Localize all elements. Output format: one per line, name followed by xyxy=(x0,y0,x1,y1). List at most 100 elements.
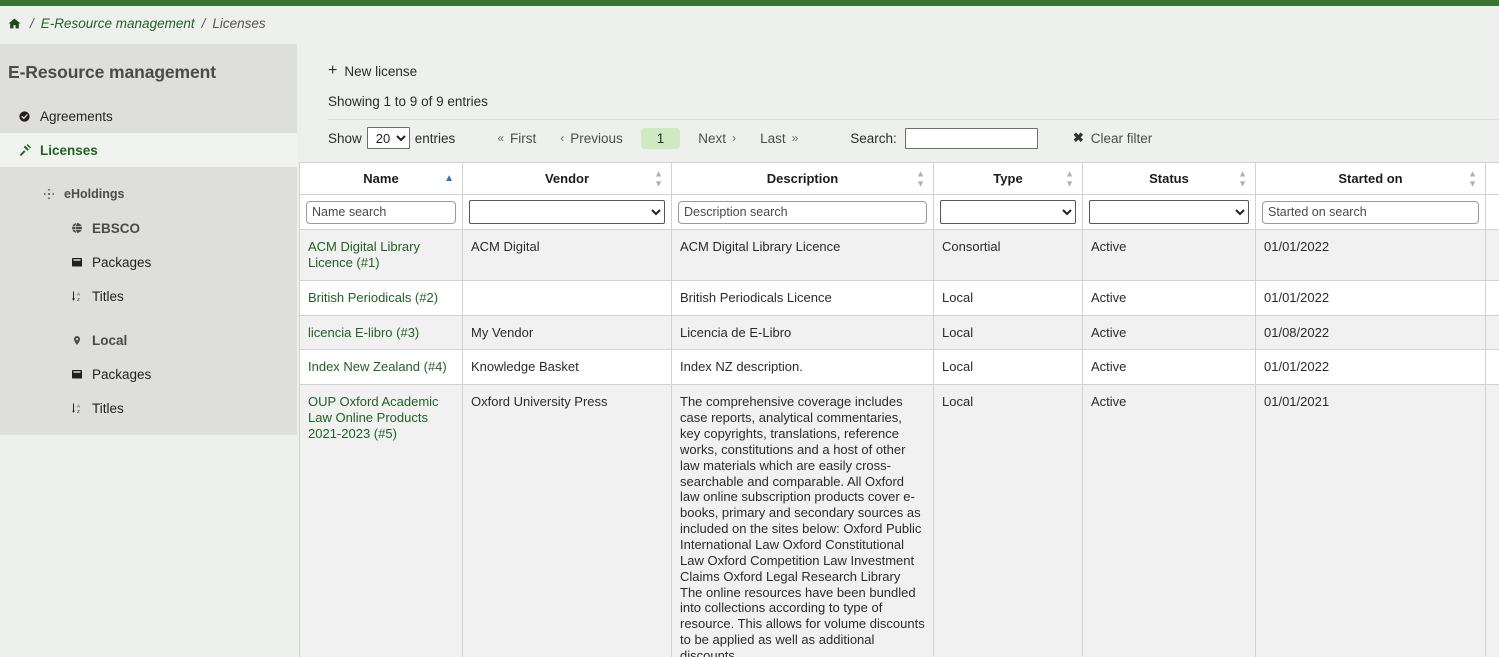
cell-extra xyxy=(1486,280,1499,315)
filter-select-type[interactable] xyxy=(940,200,1076,224)
entries-label: entries xyxy=(415,131,456,146)
cell-description: British Periodicals Licence xyxy=(672,280,934,315)
sort-alpha-icon: A Z xyxy=(68,290,85,303)
column-header-vendor[interactable]: Vendor ▲▼ xyxy=(463,163,672,195)
breadcrumb: / E-Resource management / Licenses xyxy=(0,6,1499,40)
showing-entries-text: Showing 1 to 9 of 9 entries xyxy=(297,94,1499,109)
column-header-started-on[interactable]: Started on ▲▼ xyxy=(1256,163,1486,195)
table-row[interactable]: ACM Digital Library Licence (#1) ACM Dig… xyxy=(300,230,1499,281)
box-icon xyxy=(68,256,85,268)
svg-text:Z: Z xyxy=(77,409,80,414)
cell-extra xyxy=(1486,230,1499,281)
sidebar-item-eholdings[interactable]: eHoldings xyxy=(0,177,297,211)
column-header-description[interactable]: Description ▲▼ xyxy=(672,163,934,195)
pagination-next[interactable]: Next › xyxy=(686,128,748,149)
sidebar-item-ebsco-packages[interactable]: Packages xyxy=(0,245,297,279)
pagination-last[interactable]: Last » xyxy=(748,128,810,149)
breadcrumb-link-eresource[interactable]: E-Resource management xyxy=(41,16,195,31)
double-right-chevron-icon: » xyxy=(792,131,799,145)
app-root: / E-Resource management / Licenses E-Res… xyxy=(0,0,1499,657)
search-input[interactable] xyxy=(905,128,1038,149)
pagination-first-label: First xyxy=(510,131,536,146)
sort-both-icon: ▲▼ xyxy=(916,169,925,188)
cell-name: Index New Zealand (#4) xyxy=(300,350,463,385)
sidebar-item-ebsco[interactable]: EBSCO xyxy=(0,211,297,245)
sidebar-item-label: eHoldings xyxy=(64,187,124,201)
table-controls: Show 20 entries « First ‹ Previous 1 Nex… xyxy=(297,120,1499,156)
sidebar-item-label: Titles xyxy=(92,289,124,304)
sort-alpha-icon: A Z xyxy=(68,402,85,415)
cell-name: British Periodicals (#2) xyxy=(300,280,463,315)
sidebar-spacer-1 xyxy=(0,167,297,177)
pagination-previous-label: Previous xyxy=(570,131,623,146)
double-left-chevron-icon: « xyxy=(497,131,504,145)
cell-description: ACM Digital Library Licence xyxy=(672,230,934,281)
column-header-status[interactable]: Status ▲▼ xyxy=(1083,163,1256,195)
license-link[interactable]: British Periodicals (#2) xyxy=(308,290,438,305)
sidebar-item-local-packages[interactable]: Packages xyxy=(0,357,297,391)
sidebar-item-ebsco-titles[interactable]: A Z Titles xyxy=(0,279,297,313)
table-body: ACM Digital Library Licence (#1) ACM Dig… xyxy=(300,230,1499,657)
filter-cell-description xyxy=(672,195,934,230)
filter-select-status[interactable] xyxy=(1089,200,1249,224)
arrows-icon xyxy=(40,188,57,200)
sort-ascending-icon: ▲ xyxy=(444,174,454,184)
filter-input-description[interactable] xyxy=(678,201,927,224)
filter-input-started-on[interactable] xyxy=(1262,201,1479,224)
column-header-label: Status xyxy=(1089,171,1249,186)
cell-vendor: Oxford University Press xyxy=(463,385,672,657)
cell-status: Active xyxy=(1083,315,1256,350)
table-row[interactable]: OUP Oxford Academic Law Online Products … xyxy=(300,385,1499,657)
main-content: + New license Showing 1 to 9 of 9 entrie… xyxy=(297,44,1499,657)
pagination-page-1[interactable]: 1 xyxy=(641,128,681,149)
column-header-label: Description xyxy=(678,171,927,186)
sidebar-spacer-2 xyxy=(0,313,297,323)
new-license-button[interactable]: + New license xyxy=(328,63,417,79)
cell-status: Active xyxy=(1083,385,1256,657)
box-icon xyxy=(68,368,85,380)
column-header-name[interactable]: Name ▲ xyxy=(300,163,463,195)
show-label: Show xyxy=(328,131,362,146)
license-link[interactable]: ACM Digital Library Licence (#1) xyxy=(308,239,420,270)
pagination-previous[interactable]: ‹ Previous xyxy=(548,128,635,149)
cell-started-on: 01/01/2021 xyxy=(1256,385,1486,657)
left-chevron-icon: ‹ xyxy=(560,131,564,145)
license-link[interactable]: OUP Oxford Academic Law Online Products … xyxy=(308,394,439,441)
sort-both-icon: ▲▼ xyxy=(1468,169,1477,188)
svg-text:A: A xyxy=(77,403,80,408)
cell-description: Index NZ description. xyxy=(672,350,934,385)
cell-vendor: ACM Digital xyxy=(463,230,672,281)
cell-description: Licencia de E-Libro xyxy=(672,315,934,350)
table-row[interactable]: Index New Zealand (#4) Knowledge Basket … xyxy=(300,350,1499,385)
pagination-first[interactable]: « First xyxy=(485,128,548,149)
column-header-type[interactable]: Type ▲▼ xyxy=(934,163,1083,195)
clear-filter-label: Clear filter xyxy=(1091,131,1153,146)
sidebar-item-agreements[interactable]: Agreements xyxy=(0,99,297,133)
column-header-extra[interactable] xyxy=(1486,163,1499,195)
table-row[interactable]: licencia E-libro (#3) My Vendor Licencia… xyxy=(300,315,1499,350)
cell-type: Local xyxy=(934,385,1083,657)
cell-started-on: 01/08/2022 xyxy=(1256,315,1486,350)
new-license-label: New license xyxy=(344,64,417,79)
sidebar-item-licenses[interactable]: Licenses xyxy=(0,133,297,167)
right-chevron-icon: › xyxy=(732,131,736,145)
svg-text:Z: Z xyxy=(77,297,80,302)
sidebar-item-local[interactable]: Local xyxy=(0,323,297,357)
sort-both-icon: ▲▼ xyxy=(654,169,663,188)
license-link[interactable]: Index New Zealand (#4) xyxy=(308,359,447,374)
column-header-label: Started on xyxy=(1262,171,1479,186)
filter-cell-extra xyxy=(1486,195,1499,230)
clear-filter-button[interactable]: ✖ Clear filter xyxy=(1073,130,1152,146)
filter-input-name[interactable] xyxy=(306,201,456,224)
sidebar-item-local-titles[interactable]: A Z Titles xyxy=(0,391,297,425)
cell-extra xyxy=(1486,385,1499,657)
license-link[interactable]: licencia E-libro (#3) xyxy=(308,325,419,340)
home-icon[interactable] xyxy=(8,17,21,30)
map-pin-icon xyxy=(68,334,85,347)
page-length-select[interactable]: 20 xyxy=(367,127,410,149)
table-row[interactable]: British Periodicals (#2) British Periodi… xyxy=(300,280,1499,315)
pagination-last-label: Last xyxy=(760,131,786,146)
breadcrumb-separator-1: / xyxy=(30,16,34,31)
table-scroll-container[interactable]: Name ▲ Vendor ▲▼ Description ▲▼ Type xyxy=(299,162,1499,657)
filter-select-vendor[interactable] xyxy=(469,200,665,224)
